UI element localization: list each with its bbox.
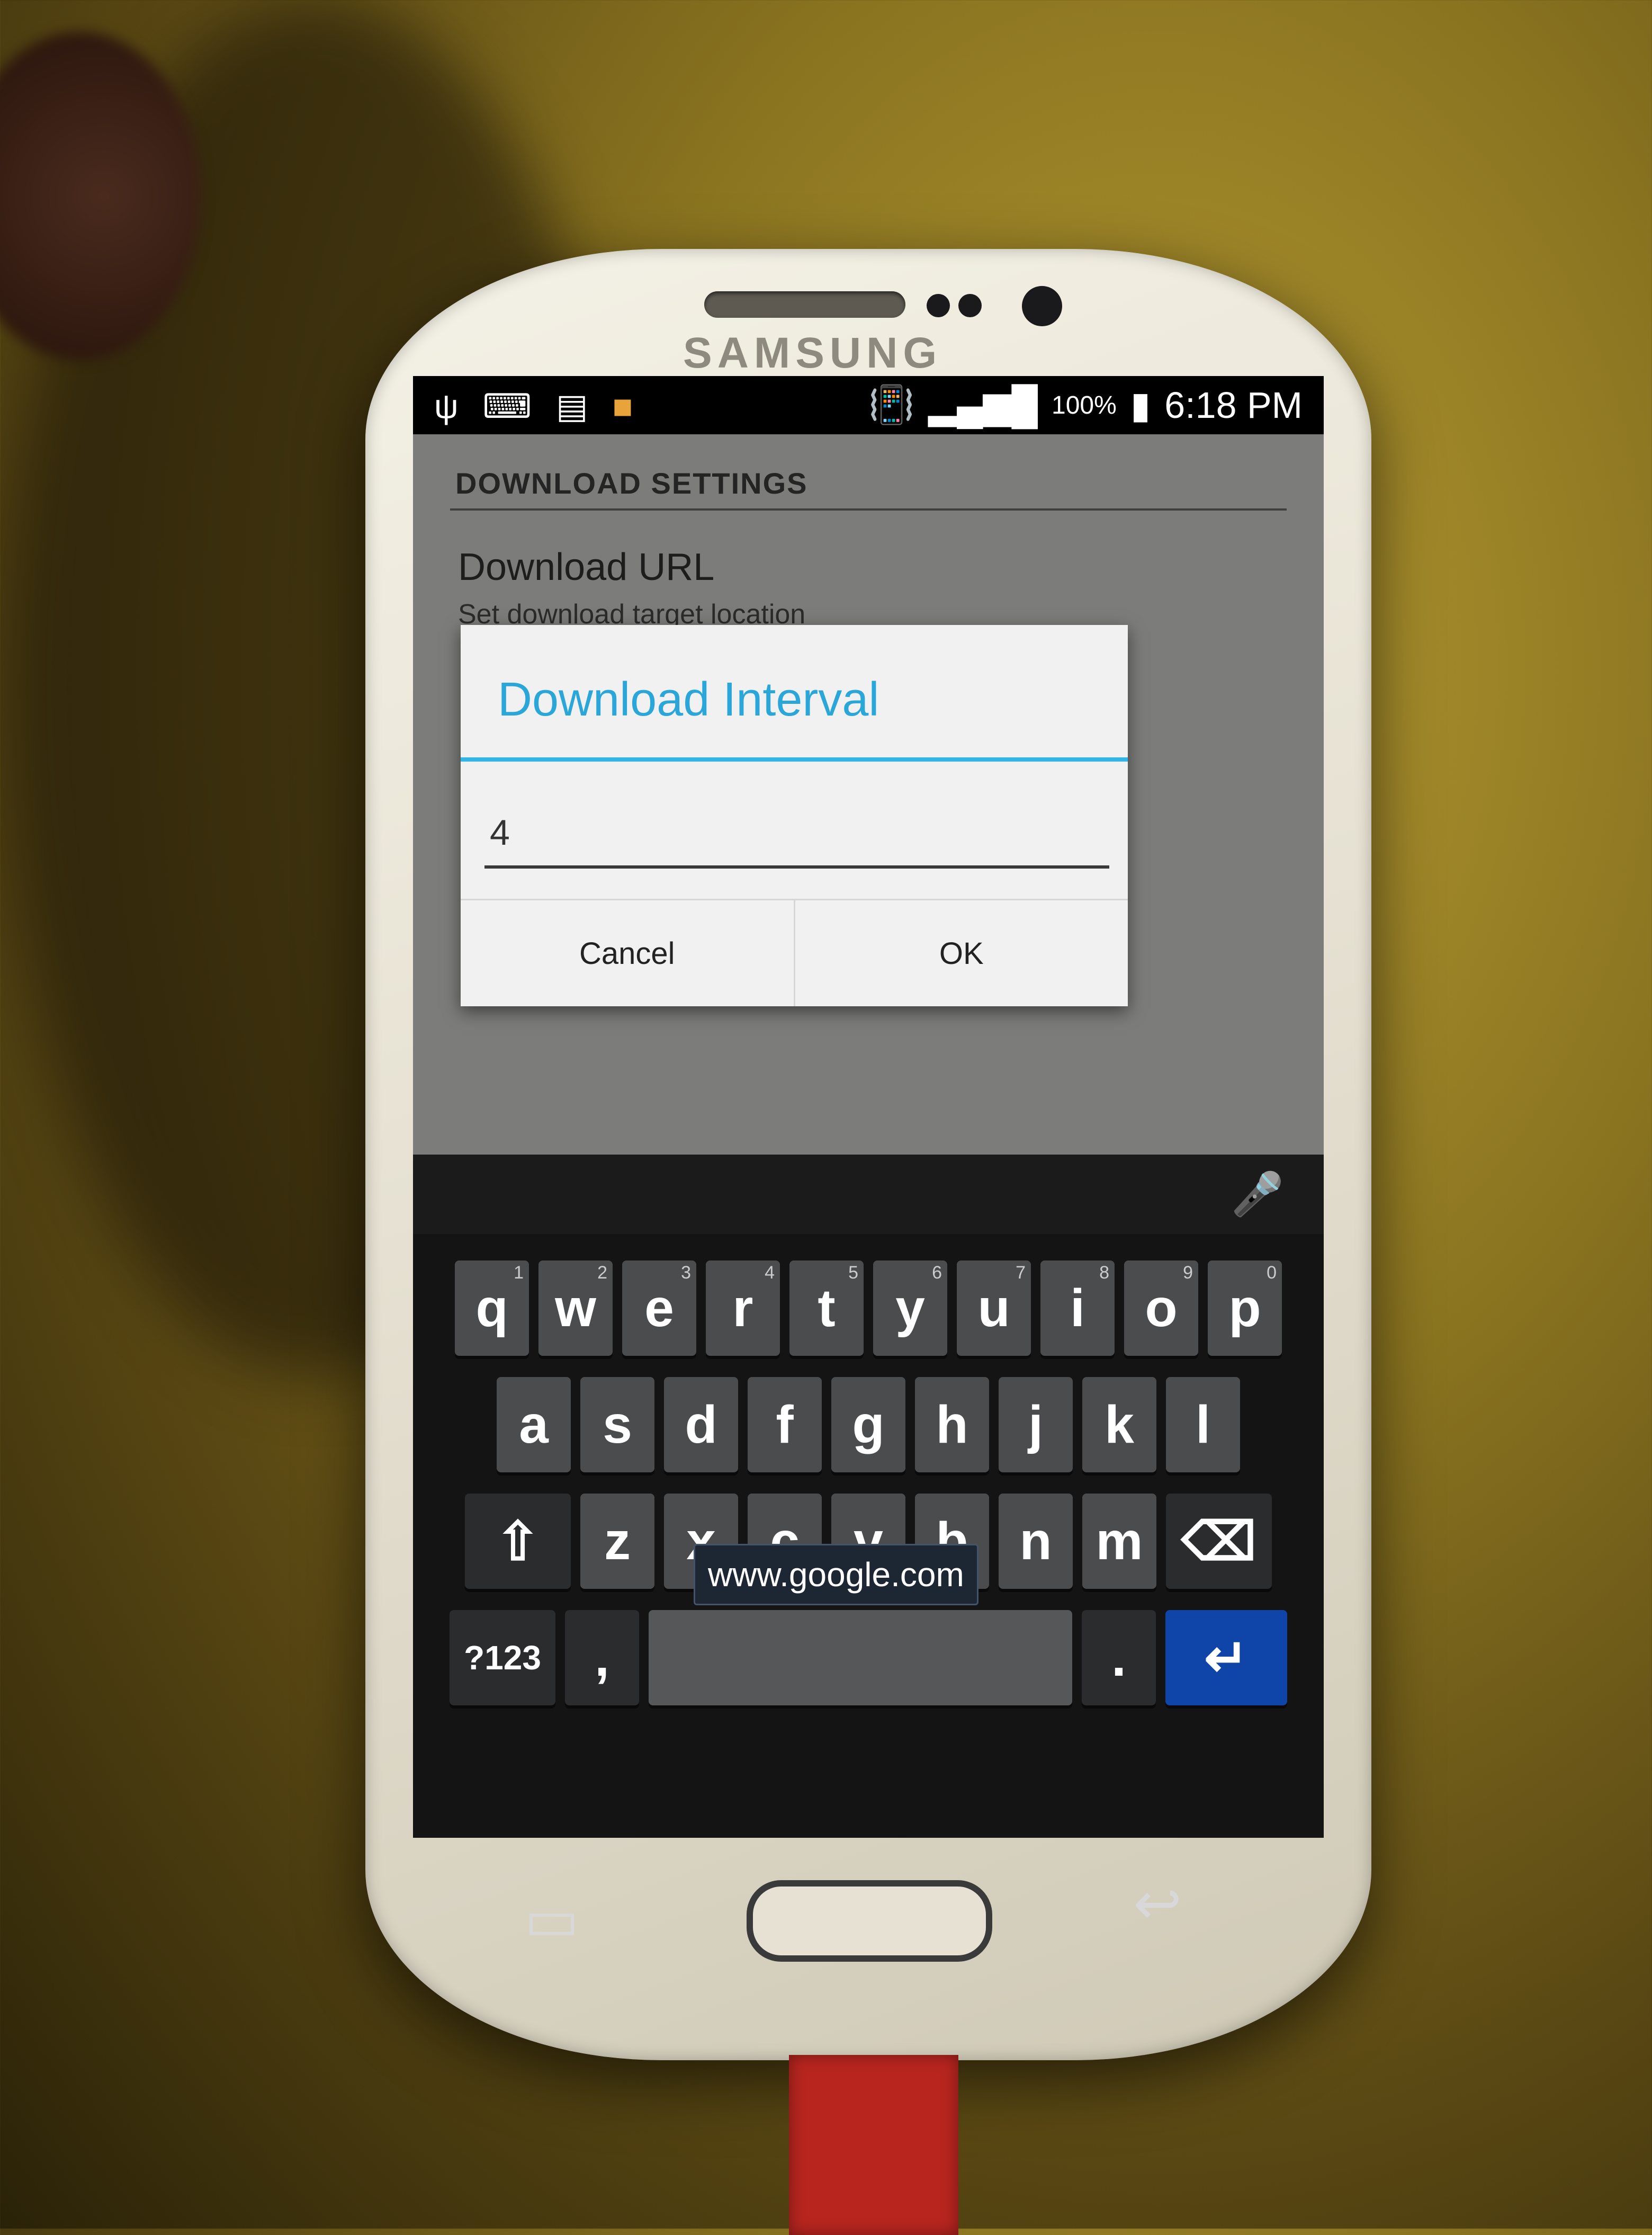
key-g[interactable]: g [831, 1377, 905, 1472]
key-hint: 0 [1267, 1263, 1277, 1283]
key-hint: 6 [932, 1263, 942, 1283]
proximity-sensor [927, 294, 950, 317]
key-s[interactable]: s [580, 1377, 654, 1472]
keyboard-row-4: ?123 , . ↵ [413, 1610, 1324, 1705]
key-hint: 2 [597, 1263, 607, 1283]
earpiece-speaker [704, 291, 905, 318]
interval-input[interactable] [484, 800, 1109, 869]
ok-button[interactable]: OK [793, 900, 1128, 1006]
clock: 6:18 PM [1164, 385, 1303, 426]
key-hint: 3 [681, 1263, 691, 1283]
home-button[interactable] [747, 1880, 992, 1962]
key-label: w [555, 1278, 596, 1338]
keyboard-icon: ⌨ [482, 387, 532, 425]
status-bar: ψ ⌨ ▤ ■ 📳 ▂▄▆█ 100% ▮ 6:18 PM [413, 376, 1324, 434]
download-interval-dialog: Download Interval Cancel OK [461, 625, 1128, 1006]
key-label: t [818, 1278, 836, 1338]
key-d[interactable]: d [664, 1377, 738, 1472]
dialog-buttons: Cancel OK [461, 899, 1128, 1006]
battery-icon: ▮ [1130, 385, 1151, 426]
key-hint: 8 [1099, 1263, 1109, 1283]
key-z[interactable]: z [580, 1494, 654, 1589]
key-hint: 1 [514, 1263, 524, 1283]
download-url-title[interactable]: Download URL [458, 546, 714, 589]
keyboard-row-2: asdfghjkl [413, 1377, 1324, 1472]
phone-body: SAMSUNG ψ ⌨ ▤ ■ 📳 ▂▄▆█ 100% ▮ 6:18 PM DO… [365, 249, 1371, 2060]
front-camera [1022, 286, 1062, 326]
cancel-button[interactable]: Cancel [461, 900, 794, 1006]
battery-percent: 100% [1052, 391, 1117, 419]
section-divider [450, 508, 1287, 511]
key-hint: 5 [848, 1263, 858, 1283]
mic-icon[interactable]: 🎤 [1228, 1165, 1287, 1223]
key-label: r [732, 1278, 753, 1338]
key-r[interactable]: 4r [706, 1260, 780, 1356]
key-u[interactable]: 7u [957, 1260, 1031, 1356]
key-label: o [1145, 1278, 1178, 1338]
brand-logo: SAMSUNG [683, 329, 942, 377]
key-m[interactable]: m [1082, 1494, 1156, 1589]
signal-icon: ▂▄▆█ [928, 385, 1038, 426]
key-p[interactable]: 0p [1208, 1260, 1282, 1356]
usb-icon: ψ [434, 387, 459, 425]
key-e[interactable]: 3e [622, 1260, 696, 1356]
autocomplete-suggestion[interactable]: www.google.com [694, 1544, 978, 1605]
key-q[interactable]: 1q [455, 1260, 529, 1356]
settings-screen: DOWNLOAD SETTINGS Download URL Set downl… [413, 434, 1324, 1155]
key-label: u [977, 1278, 1010, 1338]
key-o[interactable]: 9o [1124, 1260, 1198, 1356]
interval-input-wrapper [484, 800, 1109, 869]
key-label: e [644, 1278, 674, 1338]
key-hint: 7 [1016, 1263, 1026, 1283]
soft-keyboard: 🎤 1q2w3e4r5t6y7u8i9o0p asdfghjkl ⇧ zxcvb… [413, 1155, 1324, 1838]
comma-key[interactable]: , [565, 1610, 639, 1705]
key-i[interactable]: 8i [1040, 1260, 1115, 1356]
section-header: DOWNLOAD SETTINGS [455, 467, 808, 500]
keyboard-suggestion-strip: 🎤 [413, 1155, 1324, 1234]
key-f[interactable]: f [748, 1377, 822, 1472]
enter-key[interactable]: ↵ [1165, 1610, 1287, 1705]
usb-cable [789, 2055, 958, 2235]
key-l[interactable]: l [1166, 1377, 1240, 1472]
key-y[interactable]: 6y [873, 1260, 947, 1356]
key-label: y [895, 1278, 925, 1338]
key-n[interactable]: n [999, 1494, 1073, 1589]
dialog-title: Download Interval [498, 673, 879, 726]
space-key[interactable] [649, 1610, 1072, 1705]
keyboard-row-1: 1q2w3e4r5t6y7u8i9o0p [413, 1260, 1324, 1356]
screen: ψ ⌨ ▤ ■ 📳 ▂▄▆█ 100% ▮ 6:18 PM DOWNLOAD S… [413, 376, 1324, 1838]
backspace-key[interactable]: ⌫ [1166, 1494, 1272, 1589]
sd-card-icon: ▤ [556, 387, 588, 425]
key-label: p [1228, 1278, 1261, 1338]
symbols-key[interactable]: ?123 [450, 1610, 555, 1705]
key-w[interactable]: 2w [538, 1260, 613, 1356]
light-sensor [958, 294, 982, 317]
dialog-title-divider [461, 757, 1128, 762]
key-label: i [1070, 1278, 1085, 1338]
back-icon[interactable]: ↩ [1133, 1870, 1182, 1937]
key-h[interactable]: h [915, 1377, 989, 1472]
key-hint: 9 [1183, 1263, 1193, 1283]
key-a[interactable]: a [497, 1377, 571, 1472]
key-t[interactable]: 5t [789, 1260, 864, 1356]
app-icon: ■ [612, 387, 633, 425]
period-key[interactable]: . [1082, 1610, 1156, 1705]
key-label: q [475, 1278, 508, 1338]
key-j[interactable]: j [999, 1377, 1073, 1472]
menu-icon[interactable]: ▭ [524, 1885, 579, 1953]
vibrate-icon: 📳 [868, 384, 915, 425]
key-hint: 4 [765, 1263, 775, 1283]
key-k[interactable]: k [1082, 1377, 1156, 1472]
shift-key[interactable]: ⇧ [465, 1494, 571, 1589]
